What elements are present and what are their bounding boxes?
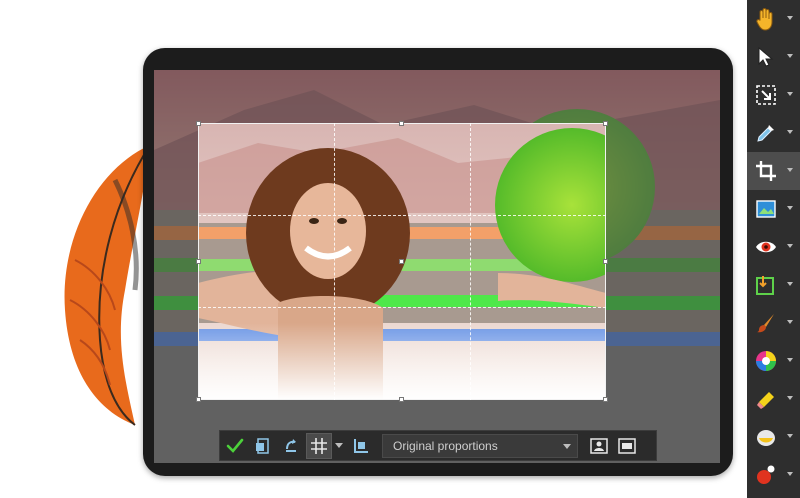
grid-icon — [311, 437, 327, 454]
tool-color[interactable] — [747, 342, 800, 380]
chevron-down-icon — [787, 282, 793, 286]
portrait-icon — [590, 437, 608, 454]
tool-red-eye[interactable] — [747, 228, 800, 266]
crop-as-new-image-button[interactable] — [250, 433, 276, 459]
bucket-icon — [757, 430, 775, 446]
tool-dropper[interactable] — [747, 114, 800, 152]
tool-eraser[interactable] — [747, 380, 800, 418]
clone-icon — [756, 276, 774, 295]
crop-new-image-icon — [256, 437, 269, 454]
crop-handle-bottom[interactable] — [399, 397, 404, 402]
crop-icon — [756, 161, 776, 181]
eye-icon — [756, 241, 776, 253]
rotate-crop-button[interactable] — [278, 433, 304, 459]
chevron-down-icon — [787, 320, 793, 324]
aspect-ratio-value: Original proportions — [393, 438, 498, 453]
crop-handle-top[interactable] — [399, 121, 404, 126]
crop-handle-left[interactable] — [196, 259, 201, 264]
crop-orientation-button[interactable] — [348, 433, 374, 459]
chevron-down-icon — [787, 54, 793, 58]
tool-straighten[interactable] — [747, 190, 800, 228]
crop-toolbar: Original proportions — [219, 430, 657, 461]
chevron-down-icon — [787, 358, 793, 362]
portrait-preset-button[interactable] — [586, 433, 612, 459]
aspect-ratio-select[interactable]: Original proportions — [382, 433, 578, 458]
thirds-line-v2 — [470, 123, 471, 400]
tool-fill[interactable] — [747, 418, 800, 456]
brush-icon — [757, 314, 774, 333]
chevron-down-icon — [563, 443, 571, 449]
crop-handle-top-right[interactable] — [603, 121, 608, 126]
tools-palette — [747, 0, 800, 498]
eyedropper-icon — [757, 125, 774, 142]
chevron-down-icon — [787, 206, 793, 210]
apply-crop-button[interactable] — [222, 433, 248, 459]
thirds-line-h1 — [198, 215, 606, 216]
hand-icon — [756, 8, 773, 31]
selection-icon — [756, 85, 776, 105]
crop-handle-bottom-right[interactable] — [603, 397, 608, 402]
chevron-down-icon — [787, 434, 793, 438]
thirds-line-v1 — [334, 123, 335, 400]
chevron-down-icon — [787, 16, 793, 20]
crop-handle-center[interactable] — [399, 259, 404, 264]
orientation-icon — [354, 438, 368, 453]
chevron-down-icon — [787, 472, 793, 476]
thirds-grid-button[interactable] — [306, 432, 332, 459]
chevron-down-icon — [787, 244, 793, 248]
eraser-icon — [757, 392, 774, 409]
arrow-icon — [758, 46, 774, 67]
tool-picture-tube[interactable] — [747, 456, 800, 494]
color-wheel-icon — [756, 351, 776, 371]
fit-canvas-button[interactable] — [614, 433, 640, 459]
chevron-down-icon — [787, 168, 793, 172]
chevron-down-icon — [787, 130, 793, 134]
tool-pick[interactable] — [747, 38, 800, 76]
chevron-down-icon — [335, 442, 343, 448]
chevron-down-icon — [787, 92, 793, 96]
crop-handle-right[interactable] — [603, 259, 608, 264]
checkmark-icon — [226, 438, 244, 453]
thirds-line-h2 — [198, 307, 606, 308]
tool-clone[interactable] — [747, 266, 800, 304]
tube-icon — [757, 465, 775, 484]
fit-canvas-icon — [618, 437, 636, 454]
rotate-icon — [286, 438, 296, 452]
tool-selection[interactable] — [747, 76, 800, 114]
tool-crop[interactable] — [747, 152, 800, 190]
grid-options-dropdown[interactable] — [332, 433, 346, 459]
crop-handle-top-left[interactable] — [196, 121, 201, 126]
chevron-down-icon — [787, 396, 793, 400]
image-icon — [756, 200, 776, 218]
tool-paint[interactable] — [747, 304, 800, 342]
crop-handle-bottom-left[interactable] — [196, 397, 201, 402]
tool-pan[interactable] — [747, 0, 800, 38]
